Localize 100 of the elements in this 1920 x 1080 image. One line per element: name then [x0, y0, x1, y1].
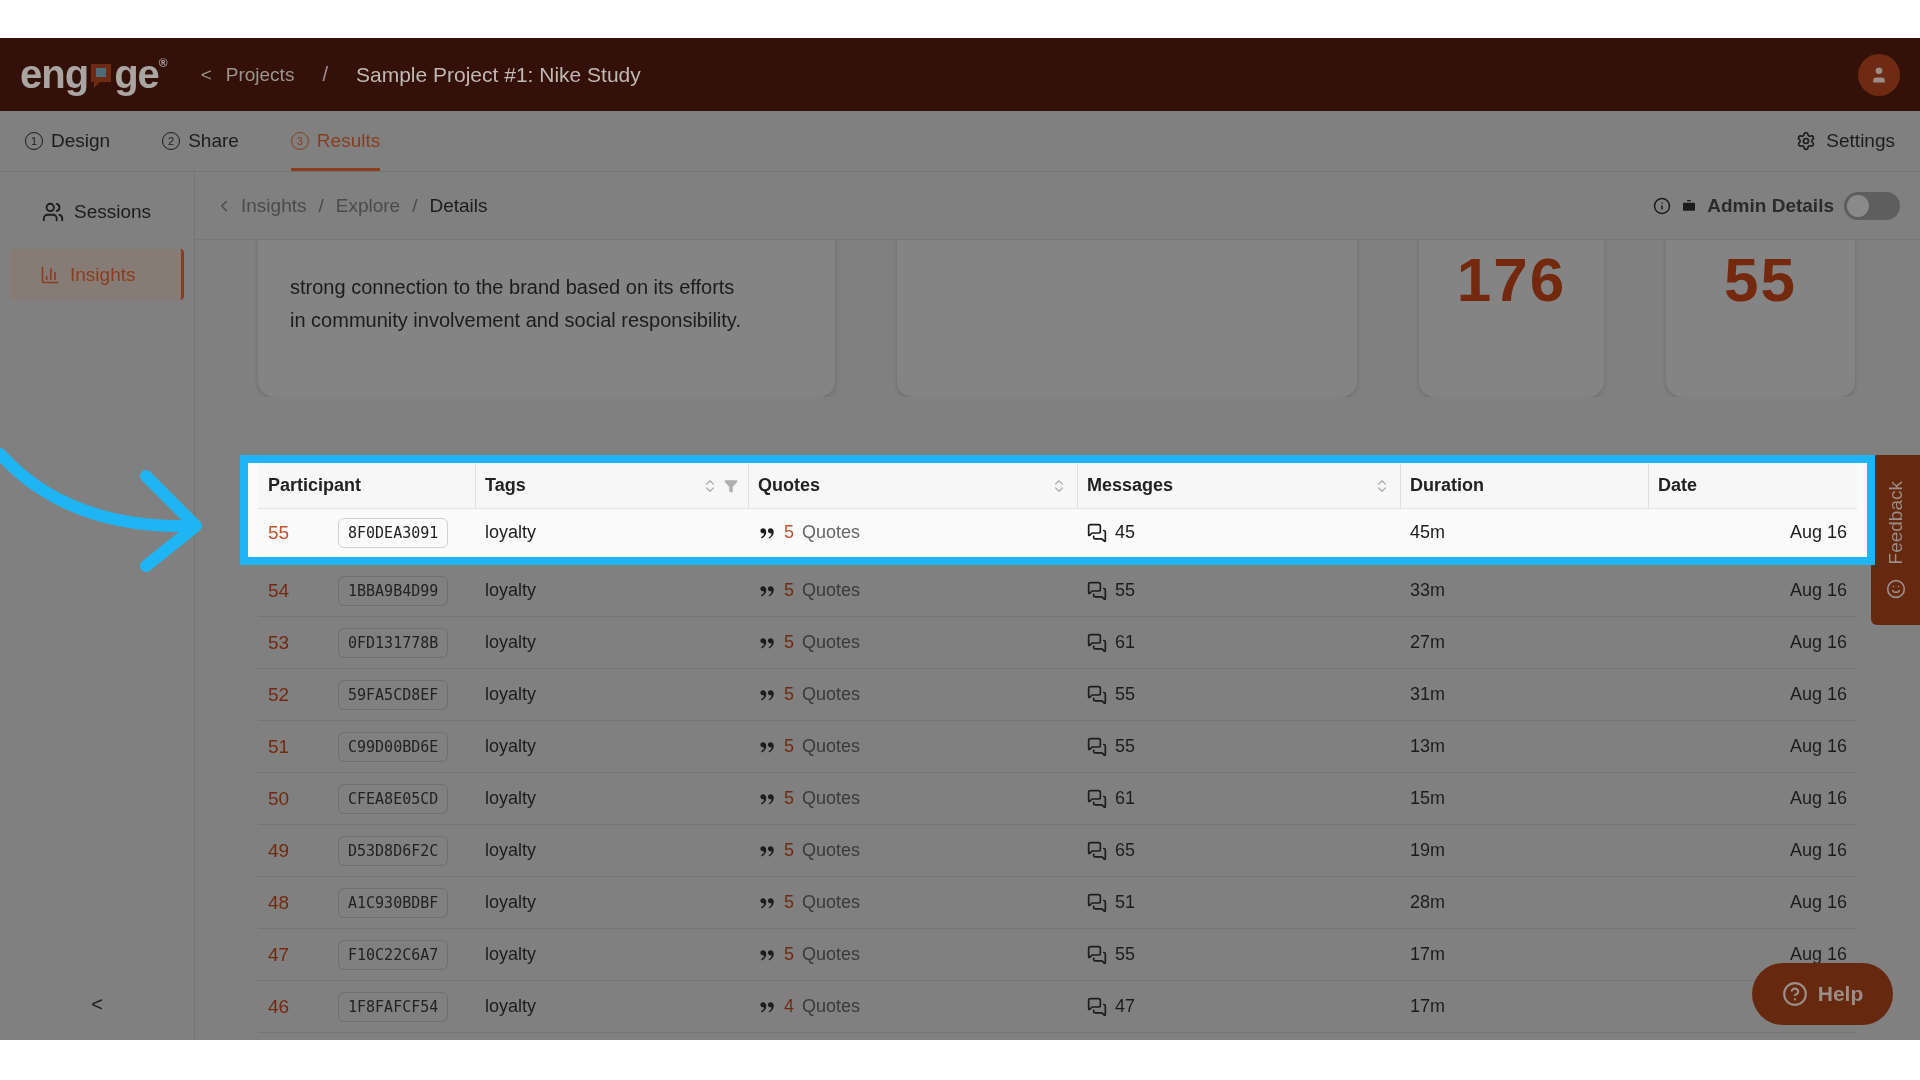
column-label[interactable]: Tags	[485, 475, 526, 496]
admin-details-label: Admin Details	[1707, 194, 1834, 217]
messages-icon	[1087, 632, 1107, 653]
participant-number: 54	[268, 579, 291, 602]
quotes-label: Quotes	[802, 944, 861, 965]
messages-icon	[1087, 944, 1107, 965]
separator: /	[322, 63, 328, 86]
stat-value: 176	[1456, 244, 1567, 315]
quotes-label: Quotes	[802, 840, 861, 861]
insight-text: strong connection to the brand based on its efforts in community involvement and social responsibility.	[290, 275, 741, 333]
participant-id: F10C22C6A7	[338, 939, 449, 970]
duration-text: 27m	[1410, 632, 1445, 653]
collapse-button[interactable]: <	[91, 993, 103, 1016]
duration-text: 33m	[1410, 580, 1445, 601]
message-count: 55	[1115, 944, 1136, 965]
message-count: 65	[1115, 840, 1136, 861]
message-count: 45	[1115, 522, 1136, 543]
participant-id: 1F8FAFCF54	[338, 991, 449, 1022]
tag-text: loyalty	[485, 996, 537, 1017]
step-tab[interactable]: 1 Design	[25, 111, 111, 171]
settings-icon	[1796, 131, 1817, 151]
chart-icon	[40, 264, 60, 285]
message-count: 55	[1115, 580, 1136, 601]
quotes-label: Quotes	[802, 996, 861, 1017]
duration-text: 15m	[1410, 788, 1445, 809]
tag-text: loyalty	[485, 840, 537, 861]
back-button[interactable]: <	[200, 63, 212, 86]
date-text: Aug 16	[1789, 788, 1847, 809]
messages-icon	[1087, 736, 1107, 757]
participant-number: 50	[268, 787, 291, 810]
column-label[interactable]: Date	[1658, 475, 1697, 496]
admin-toggle[interactable]	[1844, 191, 1900, 220]
message-count: 61	[1115, 788, 1136, 809]
messages-icon	[1087, 580, 1107, 601]
help-button[interactable]: Help	[1752, 963, 1893, 1025]
breadcrumb-link[interactable]: Details	[429, 194, 488, 217]
participant-id: CFEA8E05CD	[338, 783, 449, 814]
participant-id: C99D00BD6E	[338, 731, 449, 762]
sidebar-item[interactable]: Sessions	[10, 186, 184, 237]
message-count: 61	[1115, 632, 1136, 653]
participant-id: D53D8D6F2C	[338, 835, 449, 866]
messages-icon	[1087, 684, 1107, 705]
date-text: Aug 16	[1789, 684, 1847, 705]
quote-count: 5	[784, 736, 794, 757]
separator: /	[318, 194, 324, 217]
quotes-label: Quotes	[802, 684, 861, 705]
quotes-label: Quotes	[802, 736, 861, 757]
duration-text: 31m	[1410, 684, 1445, 705]
messages-icon	[1087, 996, 1107, 1017]
quote-count: 5	[784, 840, 794, 861]
message-count: 55	[1115, 684, 1136, 705]
tag-text: loyalty	[485, 736, 537, 757]
messages-icon	[1087, 840, 1107, 861]
tag-text: loyalty	[485, 580, 537, 601]
tag-text: loyalty	[485, 632, 537, 653]
column-label[interactable]: Quotes	[758, 475, 820, 496]
column-label[interactable]: Participant	[268, 475, 362, 496]
tag-text: loyalty	[485, 944, 537, 965]
separator: /	[412, 194, 418, 217]
duration-text: 28m	[1410, 892, 1445, 913]
people-icon	[42, 200, 64, 223]
participant-id: 1BBA9B4D99	[338, 575, 449, 606]
avatar[interactable]	[1858, 53, 1900, 96]
quotes-label: Quotes	[802, 788, 861, 809]
participant-id: 59FA5CD8EF	[338, 679, 449, 710]
duration-text: 17m	[1410, 996, 1445, 1017]
participant-number: 51	[268, 735, 291, 758]
message-count: 55	[1115, 736, 1136, 757]
duration-text: 13m	[1410, 736, 1445, 757]
date-text: Aug 16	[1789, 522, 1847, 543]
briefcase-icon	[1681, 197, 1698, 214]
feedback-tab[interactable]: Feedback	[1871, 455, 1920, 625]
quote-count: 5	[784, 788, 794, 809]
date-text: Aug 16	[1789, 736, 1847, 757]
quote-count: 5	[784, 580, 794, 601]
info-icon[interactable]	[1653, 196, 1672, 215]
quotes-label: Quotes	[802, 632, 861, 653]
quote-count: 5	[784, 522, 794, 543]
participant-id: A1C930BDBF	[338, 887, 449, 918]
tag-text: loyalty	[485, 522, 537, 543]
participant-number: 47	[268, 943, 291, 966]
quotes-label: Quotes	[802, 892, 861, 913]
quote-count: 5	[784, 684, 794, 705]
column-label[interactable]: Duration	[1410, 475, 1484, 496]
settings-button[interactable]: Settings	[1796, 111, 1895, 171]
step-tab[interactable]: 2 Share	[162, 111, 239, 171]
participant-number: 52	[268, 683, 291, 706]
tag-text: loyalty	[485, 892, 537, 913]
column-label[interactable]: Messages	[1087, 475, 1174, 496]
date-text: Aug 16	[1789, 892, 1847, 913]
projects-link[interactable]: Projects	[225, 63, 295, 86]
quotes-label: Quotes	[802, 580, 861, 601]
participant-number: 55	[268, 521, 291, 544]
logo[interactable]: eng ge®	[20, 52, 167, 97]
duration-text: 45m	[1410, 522, 1445, 543]
participant-id: 0FD131778B	[338, 627, 449, 658]
date-text: Aug 16	[1789, 632, 1847, 653]
filter-icon[interactable]	[724, 478, 738, 493]
messages-icon	[1087, 788, 1107, 809]
duration-text: 17m	[1410, 944, 1445, 965]
